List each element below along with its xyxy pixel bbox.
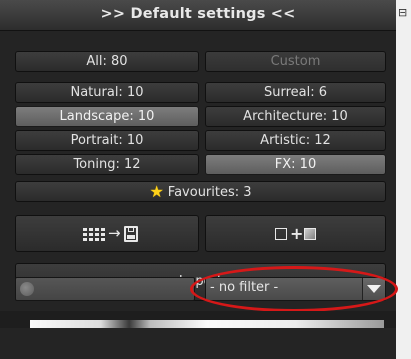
chevron-down-icon bbox=[367, 285, 381, 293]
search-input[interactable] bbox=[15, 277, 195, 301]
favourites-label: Favourites: 3 bbox=[167, 185, 252, 200]
plus-icon: + bbox=[290, 224, 304, 243]
filter-dropdown-toggle[interactable] bbox=[362, 278, 385, 300]
filled-square-icon bbox=[304, 228, 316, 240]
window-edge bbox=[396, 0, 411, 359]
arrow-right-icon: → bbox=[108, 224, 121, 242]
preset-portrait-button[interactable]: Portrait: 10 bbox=[15, 130, 199, 151]
preset-artistic-button[interactable]: Artistic: 12 bbox=[205, 130, 386, 151]
search-icon bbox=[20, 282, 34, 296]
preset-all-button[interactable]: All: 80 bbox=[15, 51, 199, 72]
presets-panel: All: 80 Custom Natural: 10 Surreal: 6 La… bbox=[0, 31, 396, 359]
filter-selected-value: - no filter - bbox=[210, 280, 279, 295]
preset-natural-button[interactable]: Natural: 10 bbox=[15, 82, 199, 103]
filter-dropdown[interactable]: - no filter - bbox=[205, 277, 386, 301]
window-title: >> Default settings << bbox=[100, 6, 296, 22]
preset-thumbnail[interactable] bbox=[30, 320, 384, 328]
empty-square-icon bbox=[275, 228, 287, 240]
presets-window: >> Default settings << ⊟ All: 80 Custom … bbox=[0, 0, 411, 359]
preset-fx-button[interactable]: FX: 10 bbox=[205, 154, 386, 175]
preset-landscape-button[interactable]: Landscape: 10 bbox=[15, 106, 199, 127]
thumbnail-strip bbox=[0, 311, 396, 328]
star-icon: ★ bbox=[149, 182, 164, 201]
title-bar: >> Default settings << bbox=[0, 0, 396, 31]
resize-icon[interactable]: ⊟ bbox=[398, 7, 408, 18]
preset-architecture-button[interactable]: Architecture: 10 bbox=[205, 106, 386, 127]
grid-icon bbox=[83, 228, 105, 242]
favourites-button[interactable]: ★ Favourites: 3 bbox=[15, 181, 386, 202]
combine-button[interactable]: + bbox=[205, 215, 386, 252]
preset-custom-button[interactable]: Custom bbox=[205, 51, 386, 72]
preset-toning-button[interactable]: Toning: 12 bbox=[15, 154, 199, 175]
preset-surreal-button[interactable]: Surreal: 6 bbox=[205, 82, 386, 103]
save-preset-button[interactable]: → bbox=[15, 215, 199, 252]
save-disk-icon bbox=[124, 226, 138, 242]
